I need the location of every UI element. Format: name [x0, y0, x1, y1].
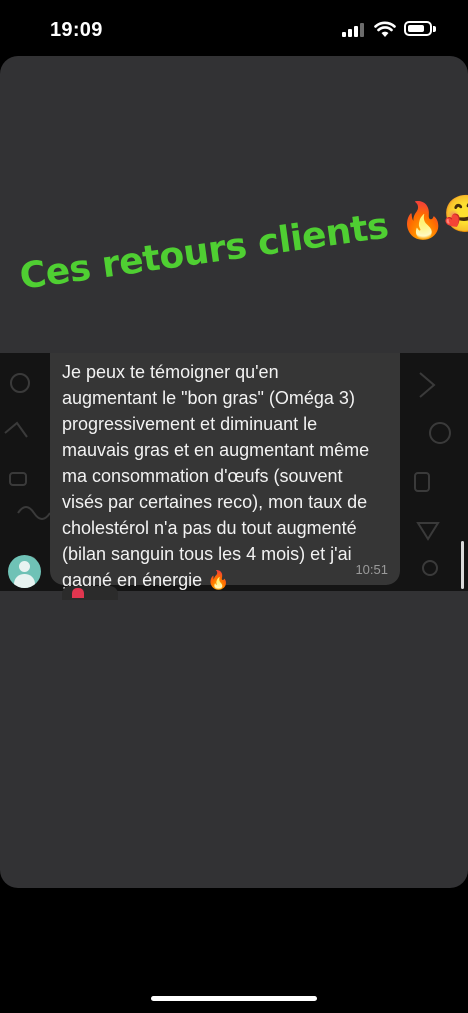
- status-time: 19:09: [50, 19, 103, 41]
- message-text: Je peux te témoigner qu'en augmentant le…: [62, 362, 370, 590]
- scroll-indicator: [461, 541, 464, 589]
- message-timestamp: 10:51: [355, 562, 388, 577]
- battery-icon: [404, 21, 432, 36]
- chat-screenshot: Je peux te témoigner qu'en augmentant le…: [0, 353, 468, 591]
- message-bubble[interactable]: Je peux te témoigner qu'en augmentant le…: [50, 353, 400, 590]
- cellular-signal-icon: [342, 23, 364, 37]
- heart-reaction-icon[interactable]: [62, 586, 118, 600]
- home-indicator[interactable]: [151, 996, 317, 1001]
- story-card[interactable]: Ces retours clients 🔥🥰🥰 Je peux te témoi…: [0, 56, 468, 888]
- headline-emojis: 🔥🥰🥰: [396, 185, 468, 245]
- story-headline: Ces retours clients 🔥🥰🥰: [17, 185, 468, 298]
- default-avatar-icon[interactable]: [8, 555, 41, 588]
- status-bar: 19:09: [0, 0, 468, 60]
- battery-tip: [433, 26, 436, 32]
- wifi-icon: [374, 21, 396, 37]
- headline-text: Ces retours clients: [17, 205, 391, 298]
